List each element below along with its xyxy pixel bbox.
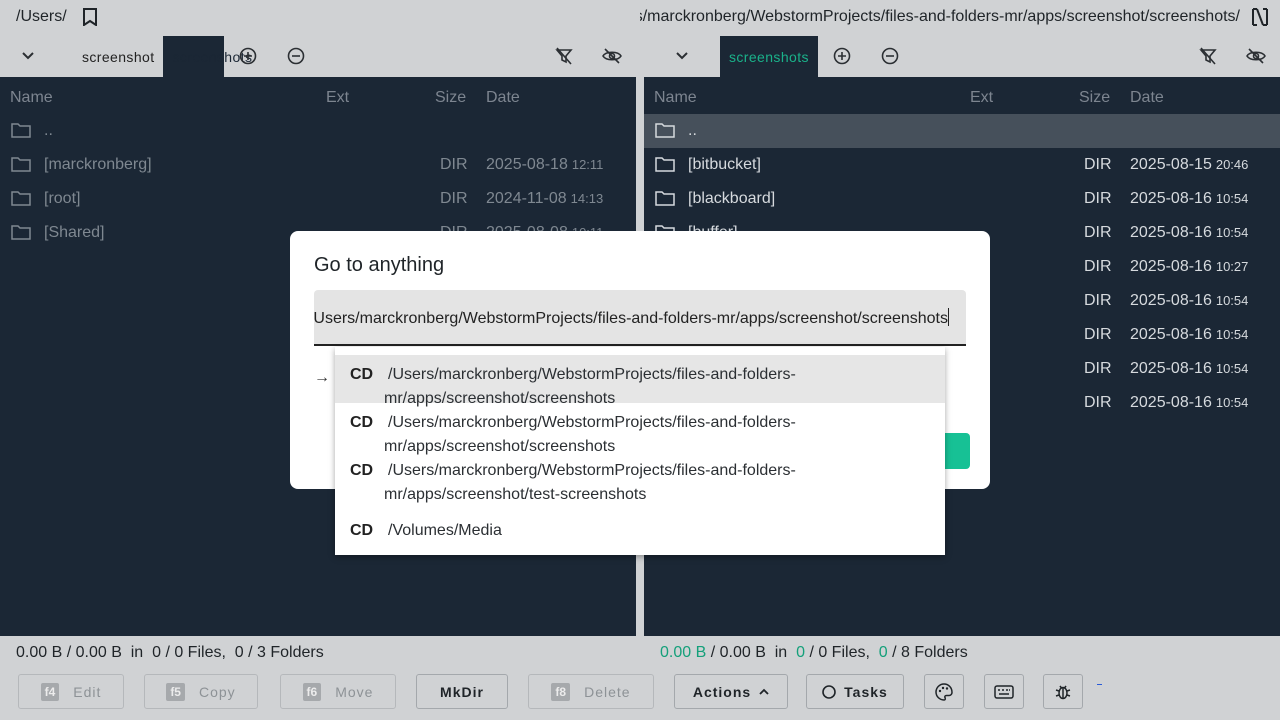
list-item[interactable]: CD /Users/marckronberg/WebstormProjects/… (335, 451, 945, 503)
suggestions-dropdown: CD /Users/marckronberg/WebstormProjects/… (335, 347, 945, 555)
modal-overlay: Go to anything /Users/marckronberg/Webst… (0, 0, 1280, 720)
goto-input[interactable]: /Users/marckronberg/WebstormProjects/fil… (314, 290, 966, 346)
list-item[interactable]: CD /Volumes/Media (335, 499, 945, 547)
list-item[interactable]: CD /Users/marckronberg/WebstormProjects/… (335, 403, 945, 455)
arrow-icon: → (314, 369, 330, 386)
list-item[interactable]: CD /Users/marckronberg/WebstormProjects/… (335, 355, 945, 407)
dialog-title: Go to anything (314, 254, 445, 276)
